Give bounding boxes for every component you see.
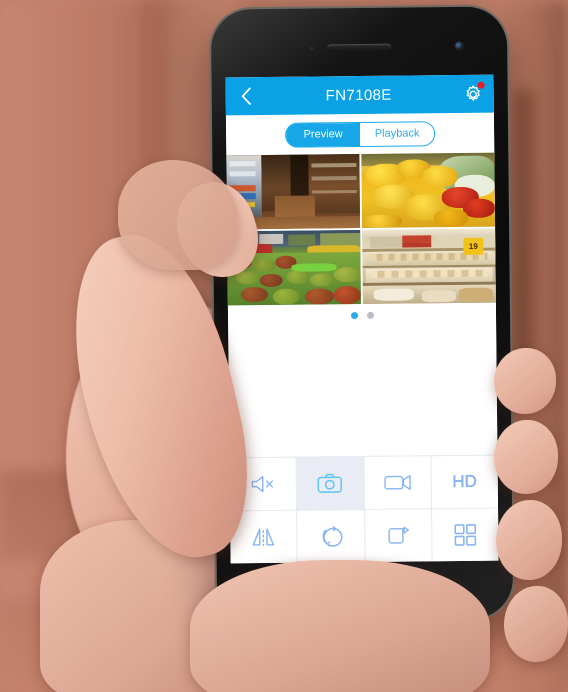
hd-icon: HD bbox=[452, 471, 478, 492]
notification-badge bbox=[477, 81, 485, 89]
hand-fingertip-2 bbox=[494, 420, 558, 494]
speaker-mute-icon bbox=[251, 475, 274, 493]
quality-button[interactable]: HD bbox=[431, 455, 499, 509]
record-button[interactable] bbox=[363, 456, 431, 509]
tab-bar-container: Preview Playback bbox=[225, 112, 495, 156]
mirror-flip-icon bbox=[252, 528, 275, 547]
page-title: FN7108E bbox=[325, 86, 392, 104]
segmented-control: Preview Playback bbox=[284, 120, 436, 148]
camera-cell-4[interactable]: 19 bbox=[362, 228, 496, 304]
playback-button[interactable] bbox=[364, 509, 432, 562]
page-dot-2[interactable] bbox=[366, 311, 374, 319]
control-toolbar: HD bbox=[229, 454, 499, 564]
smartphone-device: FN7108E Preview Playback 19 HD bbox=[210, 6, 514, 622]
empty-content-area bbox=[228, 324, 498, 458]
hand-fingertip-4 bbox=[504, 586, 568, 662]
tab-preview[interactable]: Preview bbox=[285, 122, 361, 147]
ptz-rotate-button[interactable] bbox=[297, 509, 365, 563]
app-header: FN7108E bbox=[225, 74, 494, 116]
tab-playback[interactable]: Playback bbox=[359, 121, 435, 146]
scene: FN7108E Preview Playback 19 HD bbox=[0, 0, 568, 692]
back-button[interactable] bbox=[235, 83, 257, 109]
hand-fingertip-3 bbox=[496, 500, 562, 580]
phone-screen: FN7108E Preview Playback 19 HD bbox=[225, 74, 499, 564]
camera-cell-2[interactable] bbox=[361, 152, 496, 228]
camera-icon bbox=[317, 473, 343, 493]
front-camera bbox=[455, 41, 464, 51]
phone-body: FN7108E Preview Playback 19 HD bbox=[211, 6, 513, 621]
chevron-left-icon bbox=[241, 87, 251, 105]
price-tag: 19 bbox=[463, 237, 484, 255]
layout-button[interactable] bbox=[431, 508, 499, 562]
camera-grid: 19 bbox=[226, 152, 496, 306]
settings-button[interactable] bbox=[461, 81, 485, 107]
proximity-sensor-icon bbox=[309, 46, 314, 51]
grid-four-icon bbox=[454, 524, 477, 546]
earpiece-speaker bbox=[327, 43, 392, 52]
video-camera-icon bbox=[383, 474, 411, 491]
pagination-dots bbox=[227, 302, 497, 328]
hand-lower-palm bbox=[190, 560, 490, 692]
snapshot-button[interactable] bbox=[296, 456, 364, 510]
play-shape-icon bbox=[388, 526, 409, 544]
hand-fingertip-1 bbox=[494, 348, 556, 414]
page-dot-1[interactable] bbox=[350, 311, 358, 319]
ptz-rotate-icon bbox=[323, 525, 343, 547]
